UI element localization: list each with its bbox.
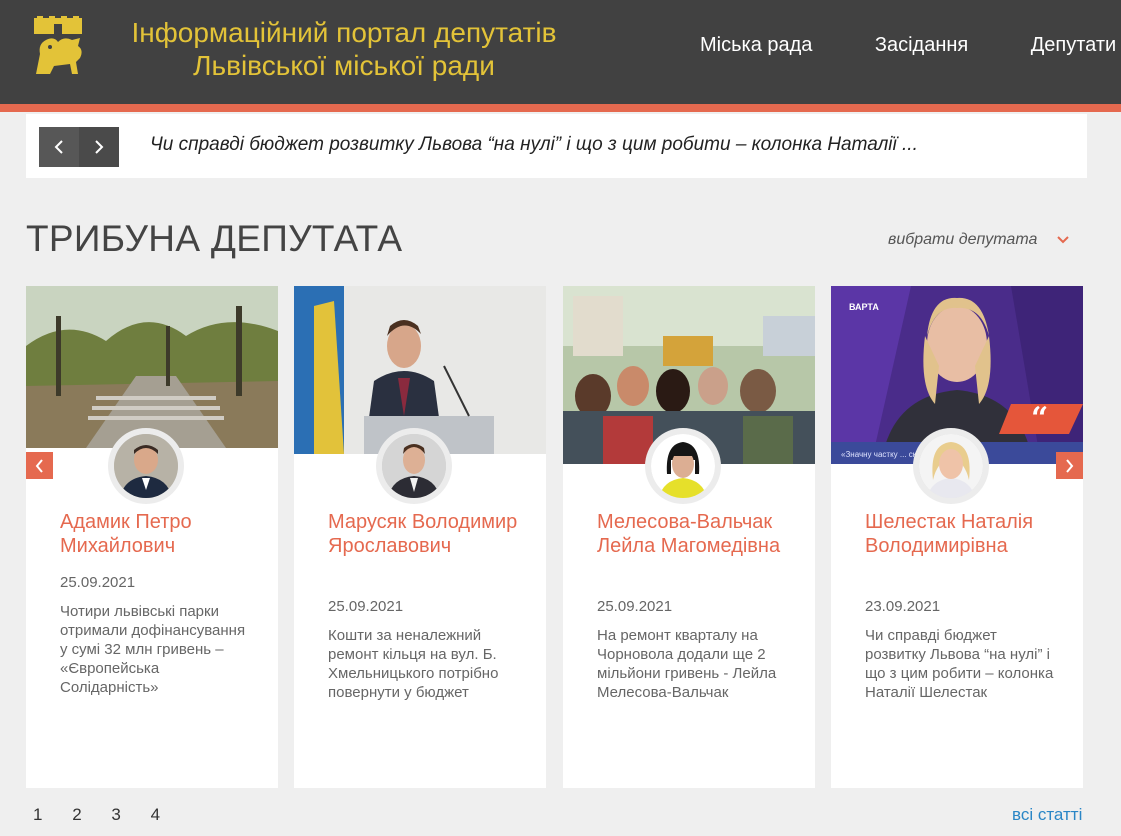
article-date: 23.09.2021 — [865, 598, 941, 615]
article-excerpt[interactable]: На ремонт кварталу на Чорновола додали щ… — [597, 626, 787, 702]
all-articles-link[interactable]: всі статті — [1012, 805, 1082, 825]
section-title: ТРИБУНА ДЕПУТАТА — [26, 218, 403, 259]
page-link-1[interactable]: 1 — [33, 805, 42, 824]
chevron-left-icon — [54, 140, 63, 154]
chevron-down-icon — [1057, 236, 1070, 244]
pick-deputy-dropdown[interactable]: вибрати депутата — [888, 231, 1070, 249]
chevron-left-icon — [35, 458, 43, 473]
deputy-card[interactable]: Адамик Петро Михайлович 25.09.2021 Чотир… — [26, 286, 278, 788]
article-excerpt[interactable]: Кошти за неналежний ремонт кільця на вул… — [328, 626, 518, 702]
avatar[interactable] — [645, 428, 721, 504]
avatar[interactable] — [913, 428, 989, 504]
header-accent-bar — [0, 104, 1121, 112]
news-ticker: Чи справді бюджет розвитку Львова “на ну… — [26, 114, 1087, 178]
svg-text:“: “ — [1031, 401, 1048, 436]
page-link-3[interactable]: 3 — [111, 805, 120, 824]
pagination: 1 2 3 4 — [33, 805, 185, 825]
article-excerpt[interactable]: Чи справді бюджет розвитку Львова “на ну… — [865, 626, 1055, 702]
deputy-card[interactable]: Марусяк Володимир Ярославович 25.09.2021… — [294, 286, 546, 788]
deputy-name[interactable]: Адамик Петро Михайлович — [60, 510, 260, 558]
site-title-line1: Інформаційний портал депутатів — [131, 17, 557, 48]
deputy-card[interactable]: “ ВАРТА «Значну частку ... складають Шел… — [831, 286, 1083, 788]
carousel-next-button[interactable] — [1056, 452, 1083, 479]
chevron-right-icon — [95, 140, 104, 154]
site-title-line2: Львівської міської ради — [193, 50, 495, 81]
ticker-headline[interactable]: Чи справді бюджет розвитку Львова “на ну… — [150, 134, 918, 156]
lviv-lion-logo[interactable] — [28, 14, 88, 80]
deputy-name[interactable]: Мелесова-Вальчак Лейла Магомедівна — [597, 510, 797, 558]
avatar[interactable] — [376, 428, 452, 504]
nav-item-city-council[interactable]: Міська рада — [700, 34, 812, 57]
card4-brand: ВАРТА — [849, 302, 879, 312]
deputy-card[interactable]: Мелесова-Вальчак Лейла Магомедівна 25.09… — [563, 286, 815, 788]
deputy-name[interactable]: Марусяк Володимир Ярославович — [328, 510, 528, 558]
avatar[interactable] — [108, 428, 184, 504]
carousel-prev-button[interactable] — [26, 452, 53, 479]
deputy-name[interactable]: Шелестак Наталія Володимирівна — [865, 510, 1065, 558]
page-link-4[interactable]: 4 — [151, 805, 160, 824]
site-title[interactable]: Інформаційний портал депутатів Львівсько… — [114, 16, 574, 82]
site-header: Інформаційний портал депутатів Львівсько… — [0, 0, 1121, 104]
article-excerpt[interactable]: Чотири львівські парки отримали дофінанс… — [60, 602, 250, 697]
article-date: 25.09.2021 — [328, 598, 404, 615]
article-date: 25.09.2021 — [60, 574, 136, 591]
article-date: 25.09.2021 — [597, 598, 673, 615]
ticker-next-button[interactable] — [79, 127, 119, 167]
page-link-2[interactable]: 2 — [72, 805, 81, 824]
article-photo-park[interactable] — [26, 286, 278, 448]
pick-deputy-label: вибрати депутата — [888, 231, 1038, 248]
nav-item-deputies[interactable]: Депутати — [1031, 34, 1116, 57]
chevron-right-icon — [1066, 458, 1074, 473]
nav-item-sessions[interactable]: Засідання — [875, 34, 968, 57]
ticker-prev-button[interactable] — [39, 127, 79, 167]
main-nav: Міська рада Засідання Депутати — [700, 34, 1121, 60]
